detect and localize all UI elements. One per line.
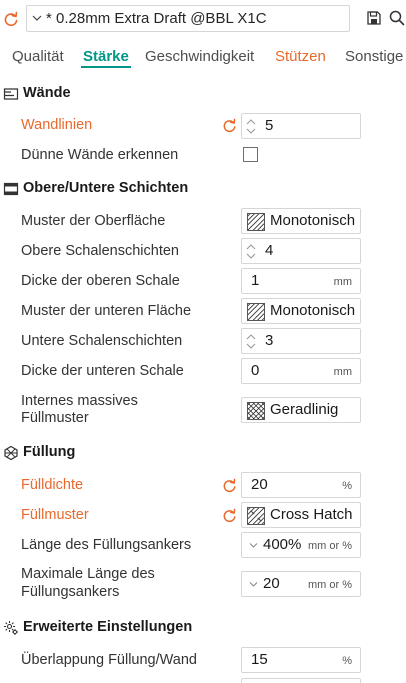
chevron-down-icon [32, 15, 42, 21]
anchor-max-combo[interactable]: 20 mm or % [241, 571, 361, 597]
bottom-pattern-select[interactable]: Monotonisch [241, 298, 361, 324]
cross-hatch-pattern-icon [247, 507, 265, 525]
reset-arrow-icon[interactable] [222, 478, 237, 493]
monotonic-pattern-icon [247, 213, 265, 231]
bottom-shells-stepper[interactable]: 3 [241, 328, 361, 354]
active-tab-indicator [81, 66, 131, 68]
anchor-length-value: 400% [263, 536, 302, 553]
section-header-walls: Wände [0, 82, 406, 106]
bottom-pattern-label: Muster der unteren Fläche [21, 303, 192, 319]
infill-density-unit: % [342, 480, 352, 492]
infill-density-value: 20 [251, 476, 268, 493]
settings-tabs: Qualität Stärke Geschwindigkeit Stützen … [0, 42, 406, 72]
chevron-down-icon[interactable] [249, 542, 258, 549]
preset-dropdown[interactable]: * 0.28mm Extra Draft @BBL X1C [26, 5, 350, 32]
section-header-top-bottom: Obere/Untere Schichten [0, 177, 406, 201]
infill-wall-overlap-input[interactable]: 15 % [241, 647, 361, 673]
bottom-pattern-value: Monotonisch [270, 302, 356, 319]
advanced-gear-icon [4, 621, 18, 635]
search-icon[interactable] [389, 10, 405, 26]
infill-pattern-value: Cross Hatch [270, 506, 353, 523]
tab-quality[interactable]: Qualität [12, 48, 64, 65]
internal-solid-infill-label-line1: Internes massives [21, 393, 138, 409]
top-pattern-value: Monotonisch [270, 212, 356, 229]
top-thickness-input[interactable]: 1 mm [241, 268, 361, 294]
walls-icon [3, 88, 19, 100]
anchor-length-label: Länge des Füllungsankers [21, 537, 192, 553]
detect-thin-wall-label: Dünne Wände erkennen [21, 147, 179, 163]
top-shells-label: Obere Schalenschichten [21, 243, 179, 259]
preset-toolbar: * 0.28mm Extra Draft @BBL X1C [0, 0, 406, 38]
section-title-walls: Wände [23, 85, 71, 101]
top-thickness-label: Dicke der oberen Schale [21, 273, 180, 289]
wall-loops-label: Wandlinien [21, 117, 93, 133]
monotonic-pattern-icon [247, 303, 265, 321]
tab-strength[interactable]: Stärke [83, 48, 129, 65]
bottom-thickness-label: Dicke der unteren Schale [21, 363, 184, 379]
top-pattern-select[interactable]: Monotonisch [241, 208, 361, 234]
reset-arrow-icon[interactable] [222, 118, 237, 133]
bottom-shells-label: Untere Schalenschichten [21, 333, 183, 349]
top-thickness-value: 1 [251, 272, 260, 289]
save-icon[interactable] [367, 11, 381, 25]
anchor-max-unit: mm or % [308, 579, 352, 591]
internal-solid-infill-label-line2: Füllmuster [21, 410, 89, 426]
tab-support[interactable]: Stützen [275, 48, 326, 65]
internal-solid-infill-select[interactable]: Geradlinig [241, 397, 361, 423]
tab-others[interactable]: Sonstige [345, 48, 403, 65]
infill-icon [4, 445, 18, 461]
top-thickness-unit: mm [333, 276, 352, 288]
infill-wall-overlap-label: Überlappung Füllung/Wand [21, 652, 197, 668]
bottom-thickness-unit: mm [333, 366, 352, 378]
infill-density-label: Fülldichte [21, 477, 84, 493]
layers-icon [3, 182, 19, 196]
section-title-top-bottom: Obere/Untere Schichten [23, 180, 189, 196]
reset-arrow-icon[interactable] [222, 508, 237, 523]
spin-arrows-icon[interactable] [246, 118, 256, 135]
spin-arrows-icon[interactable] [246, 243, 256, 260]
top-shells-value: 4 [265, 242, 274, 259]
wall-loops-value: 5 [265, 117, 274, 134]
next-setting-field-partial[interactable] [241, 678, 361, 683]
detect-thin-wall-checkbox[interactable] [243, 147, 258, 162]
infill-wall-overlap-unit: % [342, 655, 352, 667]
chevron-down-icon[interactable] [249, 581, 258, 588]
tab-speed[interactable]: Geschwindigkeit [145, 48, 254, 65]
section-title-infill: Füllung [23, 444, 76, 460]
anchor-max-value: 20 [263, 575, 280, 592]
section-header-infill: Füllung [0, 441, 406, 465]
anchor-max-label-line1: Maximale Länge des [21, 566, 155, 582]
spin-arrows-icon[interactable] [246, 333, 256, 350]
rectilinear-pattern-icon [247, 402, 265, 420]
bottom-thickness-input[interactable]: 0 mm [241, 358, 361, 384]
infill-pattern-select[interactable]: Cross Hatch [241, 502, 361, 528]
anchor-length-combo[interactable]: 400% mm or % [241, 532, 361, 558]
anchor-length-unit: mm or % [308, 540, 352, 552]
internal-solid-infill-value: Geradlinig [270, 401, 339, 418]
reset-arrow-icon[interactable] [3, 11, 19, 27]
top-pattern-label: Muster der Oberfläche [21, 213, 166, 229]
preset-name: * 0.28mm Extra Draft @BBL X1C [46, 10, 267, 27]
infill-pattern-label: Füllmuster [21, 507, 89, 523]
infill-density-input[interactable]: 20 % [241, 472, 361, 498]
bottom-shells-value: 3 [265, 332, 274, 349]
anchor-max-label-line2: Füllungsankers [21, 584, 120, 600]
section-title-advanced: Erweiterte Einstellungen [23, 619, 193, 635]
section-header-advanced: Erweiterte Einstellungen [0, 616, 406, 640]
infill-wall-overlap-value: 15 [251, 651, 268, 668]
wall-loops-stepper[interactable]: 5 [241, 113, 361, 139]
top-shells-stepper[interactable]: 4 [241, 238, 361, 264]
bottom-thickness-value: 0 [251, 362, 260, 379]
